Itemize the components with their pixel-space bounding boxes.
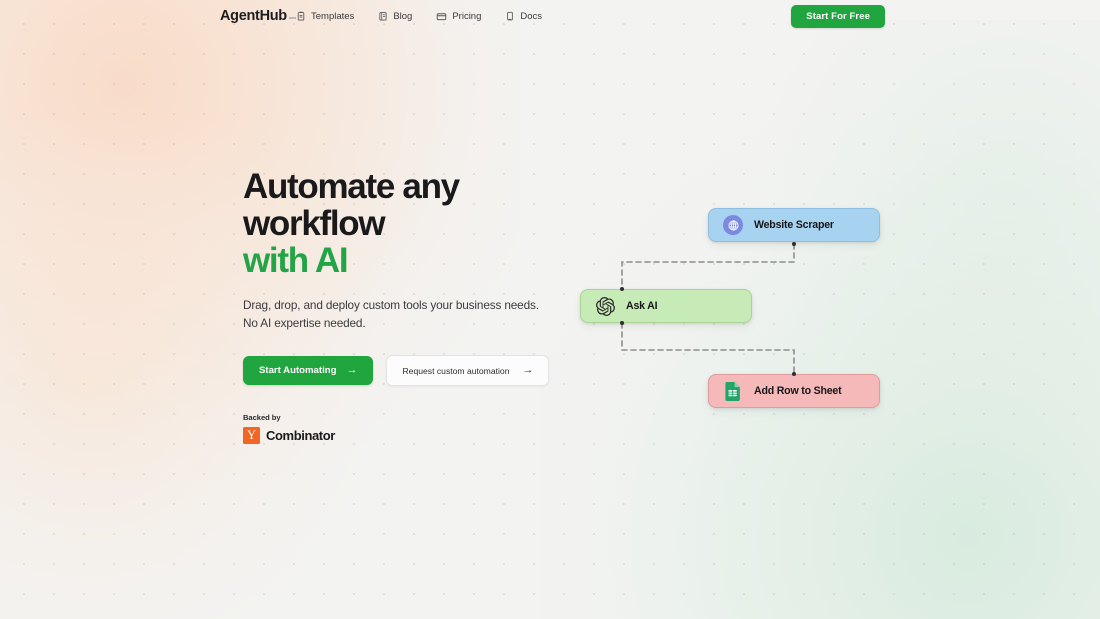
clipboard-icon (296, 11, 306, 21)
workflow-node-ask-ai[interactable]: Ask AI (580, 289, 752, 323)
y-combinator-logo: Y Combinator (243, 427, 573, 444)
workflow-node-add-row-to-sheet[interactable]: Add Row to Sheet (708, 374, 880, 408)
brand-logo[interactable]: AgentHub (220, 8, 296, 24)
arrow-right-icon: → (346, 365, 357, 376)
workflow-node-label: Add Row to Sheet (754, 385, 841, 397)
workflow-node-website-scraper[interactable]: Website Scraper (708, 208, 880, 242)
google-sheets-icon (723, 381, 743, 401)
start-for-free-button[interactable]: Start For Free (791, 5, 885, 28)
request-custom-automation-button[interactable]: Request custom automation → (386, 355, 549, 386)
hero-title-line-3: with AI (243, 242, 573, 279)
request-custom-automation-label: Request custom automation (402, 366, 509, 376)
nav-link-label: Blog (393, 11, 412, 22)
backed-by-label: Backed by (243, 413, 573, 422)
hero-actions: Start Automating → Request custom automa… (243, 355, 573, 386)
credit-card-icon (436, 11, 447, 22)
hero-subtitle-line-2: No AI expertise needed. (243, 316, 365, 330)
y-combinator-name: Combinator (266, 428, 335, 443)
nav-link-label: Templates (311, 11, 354, 22)
document-icon (505, 11, 515, 21)
y-combinator-icon: Y (243, 427, 260, 444)
logo-cursor-icon (289, 17, 296, 19)
arrow-right-icon: → (522, 365, 533, 376)
page-title: Automate any workflow with AI (243, 168, 573, 279)
nav-link-label: Docs (520, 11, 542, 22)
hero-section: Automate any workflow with AI Drag, drop… (243, 168, 573, 444)
nav-link-label: Pricing (452, 11, 481, 22)
backed-by-badge: Backed by Y Combinator (243, 413, 573, 444)
nav-link-blog[interactable]: Blog (378, 11, 412, 22)
start-automating-button[interactable]: Start Automating → (243, 356, 373, 385)
brand-logo-text: AgentHub (220, 8, 287, 24)
hero-subtitle-line-1: Drag, drop, and deploy custom tools your… (243, 298, 539, 312)
hero-subtitle: Drag, drop, and deploy custom tools your… (243, 297, 573, 332)
globe-icon (723, 215, 743, 235)
nav-link-docs[interactable]: Docs (505, 11, 542, 22)
workflow-node-label: Ask AI (626, 300, 657, 312)
nav-link-pricing[interactable]: Pricing (436, 11, 481, 22)
workflow-canvas[interactable]: Website Scraper Ask AI Add Row to Sheet (560, 190, 920, 420)
book-icon (378, 11, 388, 21)
hero-title-line-1: Automate any (243, 168, 573, 205)
openai-icon (595, 296, 615, 316)
workflow-node-label: Website Scraper (754, 219, 834, 231)
hero-title-line-2: workflow (243, 205, 573, 242)
nav-links: Templates Blog Pricing (296, 11, 542, 22)
top-navigation-bar: AgentHub Templates Blog (0, 0, 1100, 32)
start-automating-label: Start Automating (259, 365, 336, 376)
nav-link-templates[interactable]: Templates (296, 11, 354, 22)
